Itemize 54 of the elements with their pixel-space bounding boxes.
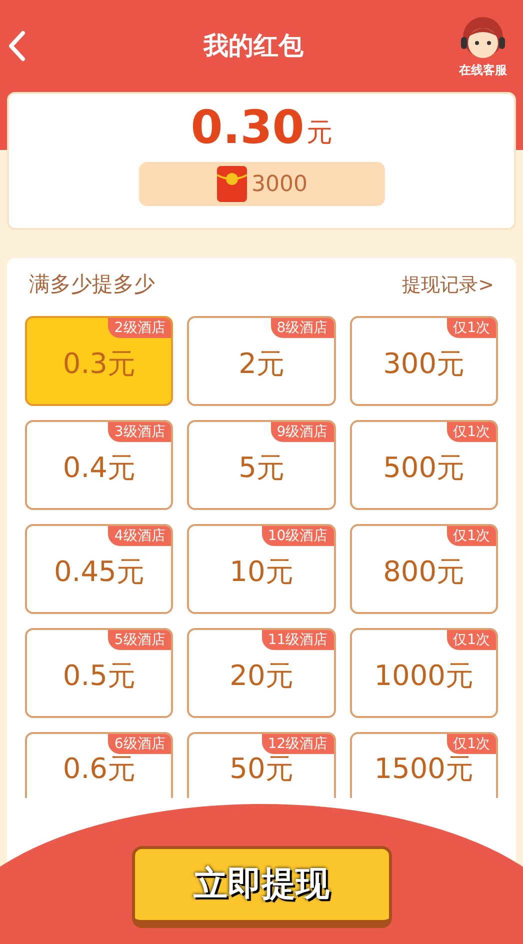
amount-option[interactable]: 5级酒店 0.5元 [25, 628, 174, 718]
withdraw-records-link[interactable]: 提现记录> [402, 270, 494, 300]
option-tag: 5级酒店 [108, 630, 172, 650]
amount-option[interactable]: 仅1次 800元 [350, 524, 498, 614]
back-icon[interactable] [8, 30, 26, 62]
option-amount: 20元 [230, 658, 294, 694]
option-amount: 0.45元 [54, 554, 144, 590]
balance-unit: 元 [306, 120, 332, 146]
amount-option[interactable]: 8级酒店 2元 [187, 316, 336, 406]
amount-option[interactable]: 仅1次 500元 [350, 420, 498, 510]
amount-option[interactable]: 2级酒店 0.3元 [25, 316, 174, 406]
option-tag: 仅1次 [447, 526, 496, 546]
section-heading: 满多少提多少 [29, 271, 155, 298]
option-tag: 2级酒店 [108, 318, 172, 338]
option-amount: 500元 [383, 450, 465, 486]
balance-amount: 0.30 [190, 104, 304, 150]
amount-option[interactable]: 仅1次 1000元 [350, 628, 498, 718]
amount-option[interactable]: 6级酒店 0.6元 [25, 732, 174, 798]
option-tag: 3级酒店 [108, 422, 172, 442]
amount-option[interactable]: 10级酒店 10元 [187, 524, 336, 614]
option-amount: 10元 [230, 554, 294, 590]
amount-option[interactable]: 仅1次 1500元 [350, 732, 498, 798]
option-tag: 11级酒店 [262, 630, 334, 650]
amount-option[interactable]: 11级酒店 20元 [187, 628, 336, 718]
customer-service-label[interactable]: 在线客服 [459, 61, 507, 79]
option-tag: 9级酒店 [270, 422, 334, 442]
amount-option[interactable]: 12级酒店 50元 [187, 732, 336, 798]
option-tag: 仅1次 [447, 422, 496, 442]
option-tag: 仅1次 [447, 630, 496, 650]
option-amount: 0.6元 [62, 751, 136, 787]
option-tag: 仅1次 [447, 318, 496, 338]
option-amount: 300元 [383, 346, 465, 382]
option-tag: 12级酒店 [262, 734, 334, 754]
option-amount: 0.4元 [62, 450, 136, 486]
option-tag: 10级酒店 [262, 526, 334, 546]
option-tag: 8级酒店 [270, 318, 334, 338]
option-amount: 1500元 [374, 751, 474, 787]
envelope-icon [216, 165, 248, 203]
option-tag: 6级酒店 [108, 734, 172, 754]
option-amount: 50元 [230, 751, 294, 787]
amount-option[interactable]: 4级酒店 0.45元 [25, 524, 174, 614]
option-amount: 0.3元 [62, 346, 136, 382]
option-amount: 5元 [238, 450, 284, 486]
option-amount: 2元 [238, 346, 284, 382]
amount-option[interactable]: 仅1次 300元 [350, 316, 498, 406]
option-amount: 1000元 [374, 658, 474, 694]
option-amount: 800元 [383, 554, 465, 590]
page-title: 我的红包 [204, 30, 304, 62]
option-amount: 0.5元 [62, 658, 136, 694]
amount-option[interactable]: 3级酒店 0.4元 [25, 420, 174, 510]
amount-option[interactable]: 9级酒店 5元 [187, 420, 336, 510]
coin-count: 3000 [252, 170, 308, 198]
option-tag: 仅1次 [447, 734, 496, 754]
option-tag: 4级酒店 [108, 526, 172, 546]
